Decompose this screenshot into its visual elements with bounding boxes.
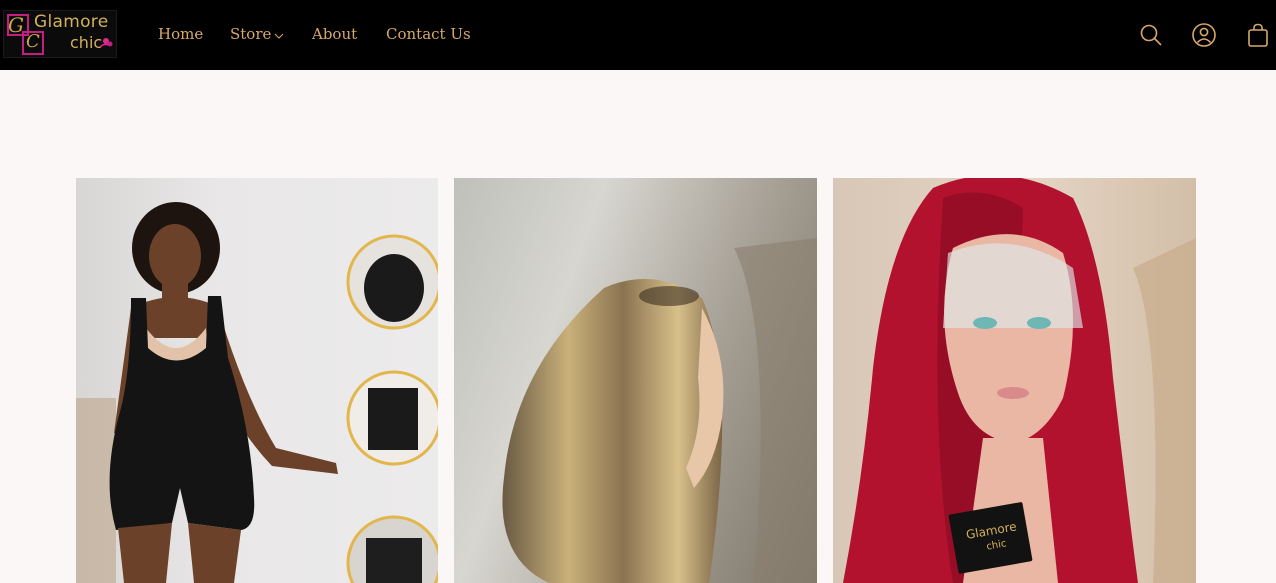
search-icon [1140,24,1162,46]
logo-monogram-c: C [26,31,40,52]
chevron-down-icon [275,33,284,39]
logo-text-glamore: Glamore [34,12,109,32]
nav-about[interactable]: About [312,25,357,43]
shopping-bag-icon [1248,23,1268,47]
brand-logo[interactable]: G C Glamore chic [3,10,117,58]
nav-store-label: Store [230,25,272,43]
red-lace-front-wig-image[interactable]: Glamore chic [833,178,1196,583]
bob-wig-illustration [502,238,817,583]
nav-home[interactable]: Home [158,25,203,43]
shapewear-bodysuit-image[interactable] [76,178,438,583]
nav-store[interactable]: Store [230,25,284,43]
site-header: G C Glamore chic Home Store About Contac… [0,0,1276,70]
account-button[interactable] [1191,22,1217,48]
flower-icon [99,38,113,48]
search-button[interactable] [1138,22,1164,48]
highlighted-bob-wig-image[interactable] [454,178,817,583]
cart-button[interactable] [1245,22,1271,48]
logo-monogram-g: G [8,13,24,37]
nav-contact-us[interactable]: Contact Us [386,25,471,43]
red-wig-illustration: Glamore chic [843,178,1196,583]
account-icon [1192,23,1216,47]
shapewear-illustration [76,202,438,583]
